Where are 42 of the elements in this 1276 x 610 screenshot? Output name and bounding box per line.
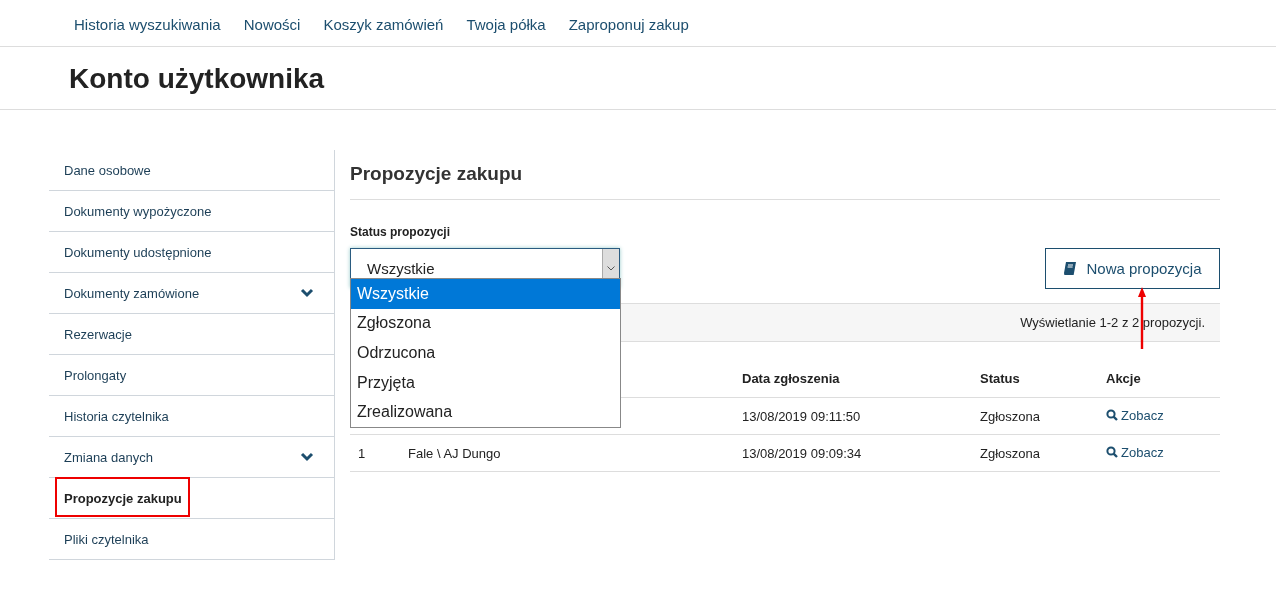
new-proposal-button[interactable]: Nowa propozycja [1045,248,1220,289]
results-count-text: Wyświetlanie 1-2 z 2 propozycji. [1020,315,1205,330]
sidebar-item[interactable]: Prolongaty [49,355,334,396]
table-cell: Fale \ AJ Dungo [408,445,501,461]
nav-link[interactable]: Nowości [243,15,301,46]
nav-link[interactable]: Zaproponuj zakup [568,15,689,46]
table-cell: Zgłoszona [980,445,1040,461]
search-icon [1106,409,1118,422]
sidebar-item[interactable]: Pliki czytelnika [49,519,334,560]
sidebar-item[interactable]: Zmiana danych [49,437,334,478]
column-header: Akcje [1106,371,1141,386]
page-title: Konto użytkownika [69,63,326,95]
column-header: Data zgłoszenia [742,371,840,386]
dropdown-option[interactable]: Przyjęta [351,367,620,398]
field-label: Status propozycji [350,225,450,239]
dropdown-option[interactable]: Zrealizowana [351,397,620,427]
section-title: Propozycje zakupu [350,150,1220,200]
chevron-down-icon [300,452,314,462]
table-cell: Zgłoszona [980,408,1040,424]
sidebar-item[interactable]: Dokumenty udostępnione [49,232,334,273]
nav-link[interactable]: Koszyk zamówień [323,15,444,46]
chevron-down-icon [300,288,314,298]
nav-link[interactable]: Historia wyszukiwania [74,15,221,46]
book-icon [1063,261,1077,276]
sidebar-item[interactable]: Propozycje zakupu [49,478,334,519]
dropdown-option[interactable]: Zgłoszona [351,308,620,339]
sidebar-item[interactable]: Dokumenty wypożyczone [49,191,334,232]
dropdown-option[interactable]: Wszystkie [351,279,620,309]
view-link[interactable]: Zobacz [1106,407,1164,423]
table-cell: 1 [358,445,366,461]
table-cell: 13/08/2019 09:09:34 [742,445,862,461]
column-header: Status [980,371,1020,386]
sidebar-item[interactable]: Historia czytelnika [49,396,334,437]
view-link[interactable]: Zobacz [1106,444,1164,460]
dropdown-option[interactable]: Odrzucona [351,338,620,368]
table-cell: 13/08/2019 09:11:50 [742,408,861,424]
chevron-down-icon [607,265,615,271]
nav-link[interactable]: Twoja półka [466,15,546,46]
sidebar-item[interactable]: Dokumenty zamówione [49,273,334,314]
sidebar-item[interactable]: Dane osobowe [49,150,334,191]
sidebar-item[interactable]: Rezerwacje [49,314,334,355]
search-icon [1106,446,1118,459]
